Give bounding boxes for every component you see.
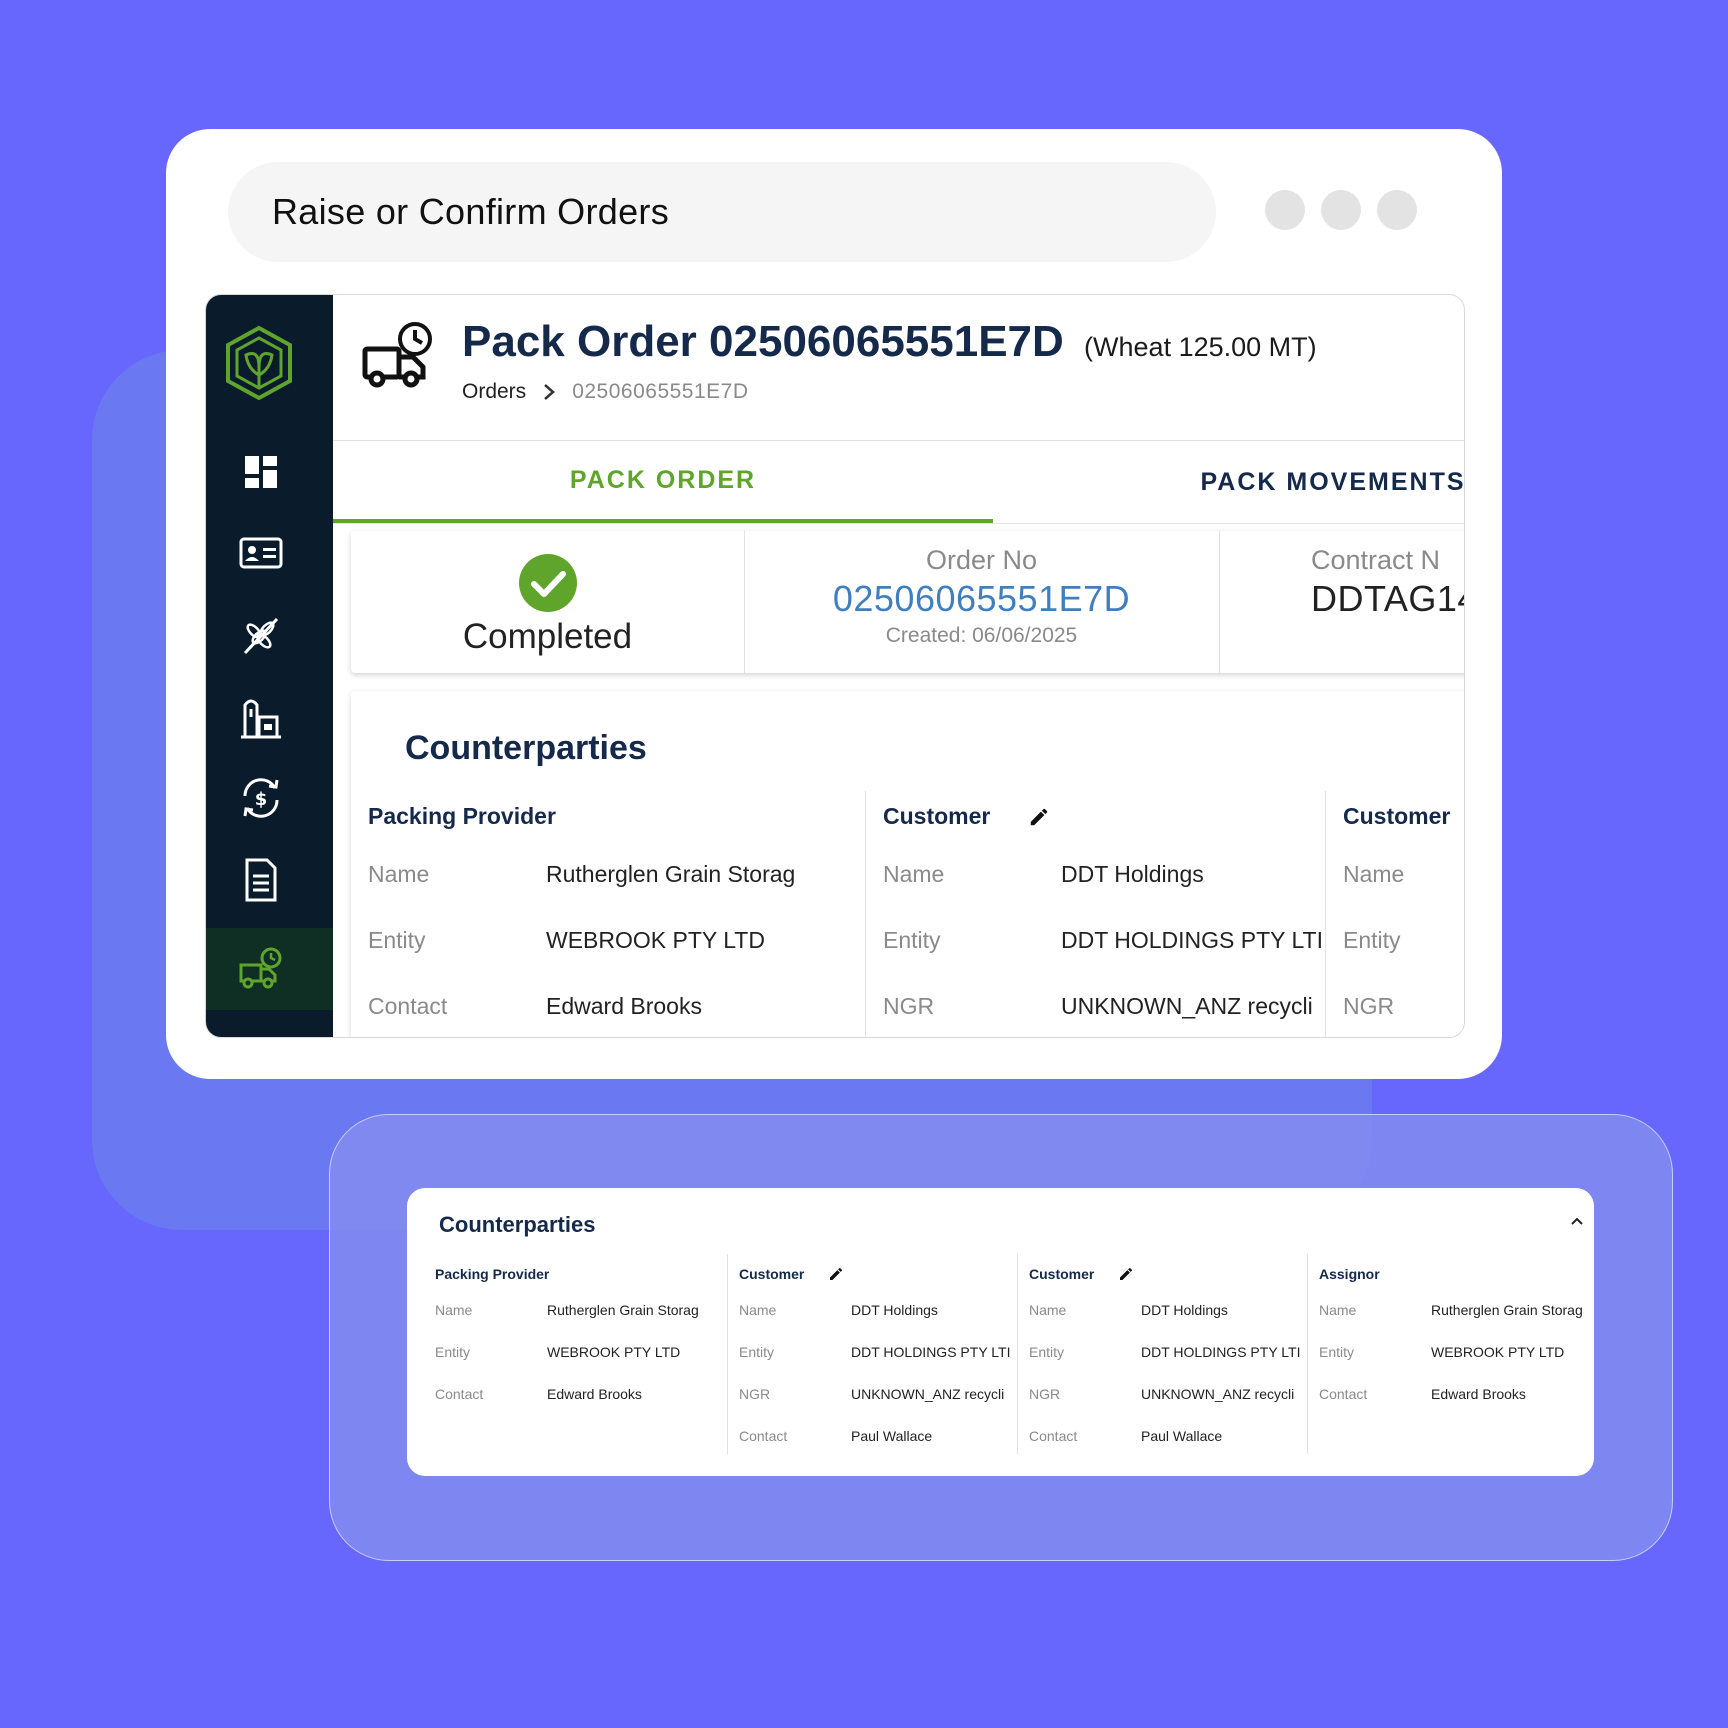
status-cell: Completed	[351, 531, 745, 673]
counterparty-row: Name DDT Holdings	[739, 1302, 938, 1318]
counterparty-column-customer-2: Customer Name Entity NGR	[1325, 791, 1464, 1037]
svg-text:$: $	[255, 789, 268, 810]
edit-pencil-icon[interactable]	[1028, 806, 1050, 828]
window-title: Raise or Confirm Orders	[272, 191, 669, 232]
edit-pencil-icon[interactable]	[828, 1266, 844, 1282]
currency-exchange-icon[interactable]: $	[237, 774, 285, 822]
app-window: Raise or Confirm Orders $ Pack Order 025…	[166, 129, 1502, 1079]
zoom-column-customer-2: Customer Name DDT Holdings Entity DDT HOLD…	[1017, 1254, 1308, 1454]
truck-clock-icon[interactable]	[237, 945, 285, 993]
page-title: Pack Order 02506065551E7D (Wheat 125.00 …	[462, 317, 1317, 367]
tab-pack-order[interactable]: PACK ORDER	[333, 441, 993, 523]
window-dot-2[interactable]	[1321, 190, 1361, 230]
id-card-icon[interactable]	[237, 529, 285, 577]
counterparty-row: Name	[1343, 861, 1405, 887]
window-dot-3[interactable]	[1377, 190, 1417, 230]
order-no-label: Order No	[925, 545, 1038, 575]
counterparty-row: Contact Edward Brooks	[1319, 1386, 1526, 1402]
column-heading: Customer	[1029, 1266, 1134, 1282]
counterparty-column-packing-provider: Packing Provider Name Rutherglen Grain St…	[351, 791, 865, 1037]
counterparties-card: Counterparties Packing Provider Name Ruth…	[351, 691, 1464, 1037]
breadcrumb-orders[interactable]: Orders	[462, 380, 526, 404]
counterparty-row: Name Rutherglen Grain Storag	[368, 861, 796, 887]
column-heading: Assignor	[1319, 1266, 1380, 1282]
breadcrumb-current: 02506065551E7D	[572, 380, 749, 403]
tab-bar: PACK ORDER PACK MOVEMENTS	[333, 441, 1464, 524]
column-heading: Packing Provider	[368, 803, 556, 829]
counterparty-row: Entity DDT HOLDINGS PTY LTI	[1029, 1344, 1301, 1360]
counterparty-row: NGR	[1343, 993, 1395, 1019]
check-circle-icon	[519, 554, 577, 612]
column-heading: Customer	[1343, 803, 1451, 829]
sidebar: $	[206, 295, 333, 1037]
counterparty-row: NGR UNKNOWN_ANZ recycli	[739, 1386, 1005, 1402]
counterparties-zoom-panel: Counterparties Packing Provider Name Ruth…	[407, 1188, 1594, 1476]
order-created-date: Created: 06/06/2025	[885, 624, 1078, 647]
counterparty-row: Contact Edward Brooks	[435, 1386, 642, 1402]
counterparty-row: NGR UNKNOWN_ANZ recycli	[1029, 1386, 1295, 1402]
counterparty-row: Contact Paul Wallace	[1029, 1428, 1223, 1444]
breadcrumb: Orders 02506065551E7D	[462, 380, 749, 404]
counterparty-row: Entity DDT HOLDINGS PTY LTI	[739, 1344, 1011, 1360]
app-frame: $ Pack Order 02506065551E7D (Wheat 125.0…	[205, 294, 1465, 1038]
counterparty-row: Entity WEBROOK PTY LTD	[368, 927, 765, 953]
column-heading: Customer	[739, 1266, 844, 1282]
column-heading: Customer	[883, 803, 1050, 830]
counterparty-row: Name DDT Holdings	[1029, 1302, 1228, 1318]
tab-pack-movements[interactable]: PACK MOVEMENTS	[1193, 441, 1464, 523]
counterparty-row: Entity DDT HOLDINGS PTY LTI	[883, 927, 1323, 953]
contract-label: Contract N	[1311, 545, 1441, 575]
column-heading: Packing Provider	[435, 1266, 550, 1282]
order-no-cell: Order No 02506065551E7D Created: 06/06/2…	[744, 531, 1220, 673]
counterparty-row: Name DDT Holdings	[883, 861, 1204, 887]
status-label: Completed	[462, 617, 633, 656]
silo-icon[interactable]	[237, 693, 285, 741]
page-header: Pack Order 02506065551E7D (Wheat 125.00 …	[333, 295, 1464, 441]
order-no-value[interactable]: 02506065551E7D	[744, 578, 1219, 620]
leaf-hexagon-logo[interactable]	[224, 325, 294, 401]
document-icon[interactable]	[237, 856, 285, 904]
edit-pencil-icon[interactable]	[1118, 1266, 1134, 1282]
contract-value[interactable]: DDTAG14	[1311, 578, 1464, 620]
counterparty-row: Name Rutherglen Grain Storag	[1319, 1302, 1583, 1318]
window-dot-1[interactable]	[1265, 190, 1305, 230]
contract-cell: Contract N DDTAG14	[1219, 531, 1464, 673]
page-title-text: Pack Order 02506065551E7D	[462, 317, 1064, 366]
counterparty-row: Contact Edward Brooks	[368, 993, 702, 1019]
order-summary-card: Completed Order No 02506065551E7D Create…	[351, 531, 1464, 673]
page-subtitle: (Wheat 125.00 MT)	[1084, 332, 1317, 362]
chevron-right-icon	[544, 384, 556, 400]
zoom-panel-title: Counterparties	[439, 1212, 596, 1237]
counterparty-column-customer: Customer Name DDT Holdings Entity DDT HOLD…	[865, 791, 1326, 1037]
wheat-icon[interactable]	[237, 611, 285, 659]
counterparty-row: Name Rutherglen Grain Storag	[435, 1302, 699, 1318]
chevron-up-icon[interactable]	[1570, 1216, 1584, 1226]
counterparty-row: NGR UNKNOWN_ANZ recycli	[883, 993, 1313, 1019]
counterparty-row: Contact Paul Wallace	[739, 1428, 933, 1444]
zoom-column-customer: Customer Name DDT Holdings Entity DDT HOLD…	[727, 1254, 1018, 1454]
zoom-column-packing-provider: Packing Provider Name Rutherglen Grain St…	[424, 1254, 714, 1454]
window-controls	[1265, 190, 1417, 230]
counterparty-row: Entity WEBROOK PTY LTD	[435, 1344, 681, 1360]
counterparties-title: Counterparties	[405, 729, 647, 767]
counterparty-row: Entity WEBROOK PTY LTD	[1319, 1344, 1565, 1360]
truck-clock-icon	[362, 322, 432, 388]
zoom-column-assignor: Assignor Name Rutherglen Grain Storag Ent…	[1307, 1254, 1594, 1454]
dashboard-icon[interactable]	[237, 448, 285, 496]
counterparty-row: Entity	[1343, 927, 1401, 953]
window-title-bar: Raise or Confirm Orders	[228, 162, 1216, 262]
